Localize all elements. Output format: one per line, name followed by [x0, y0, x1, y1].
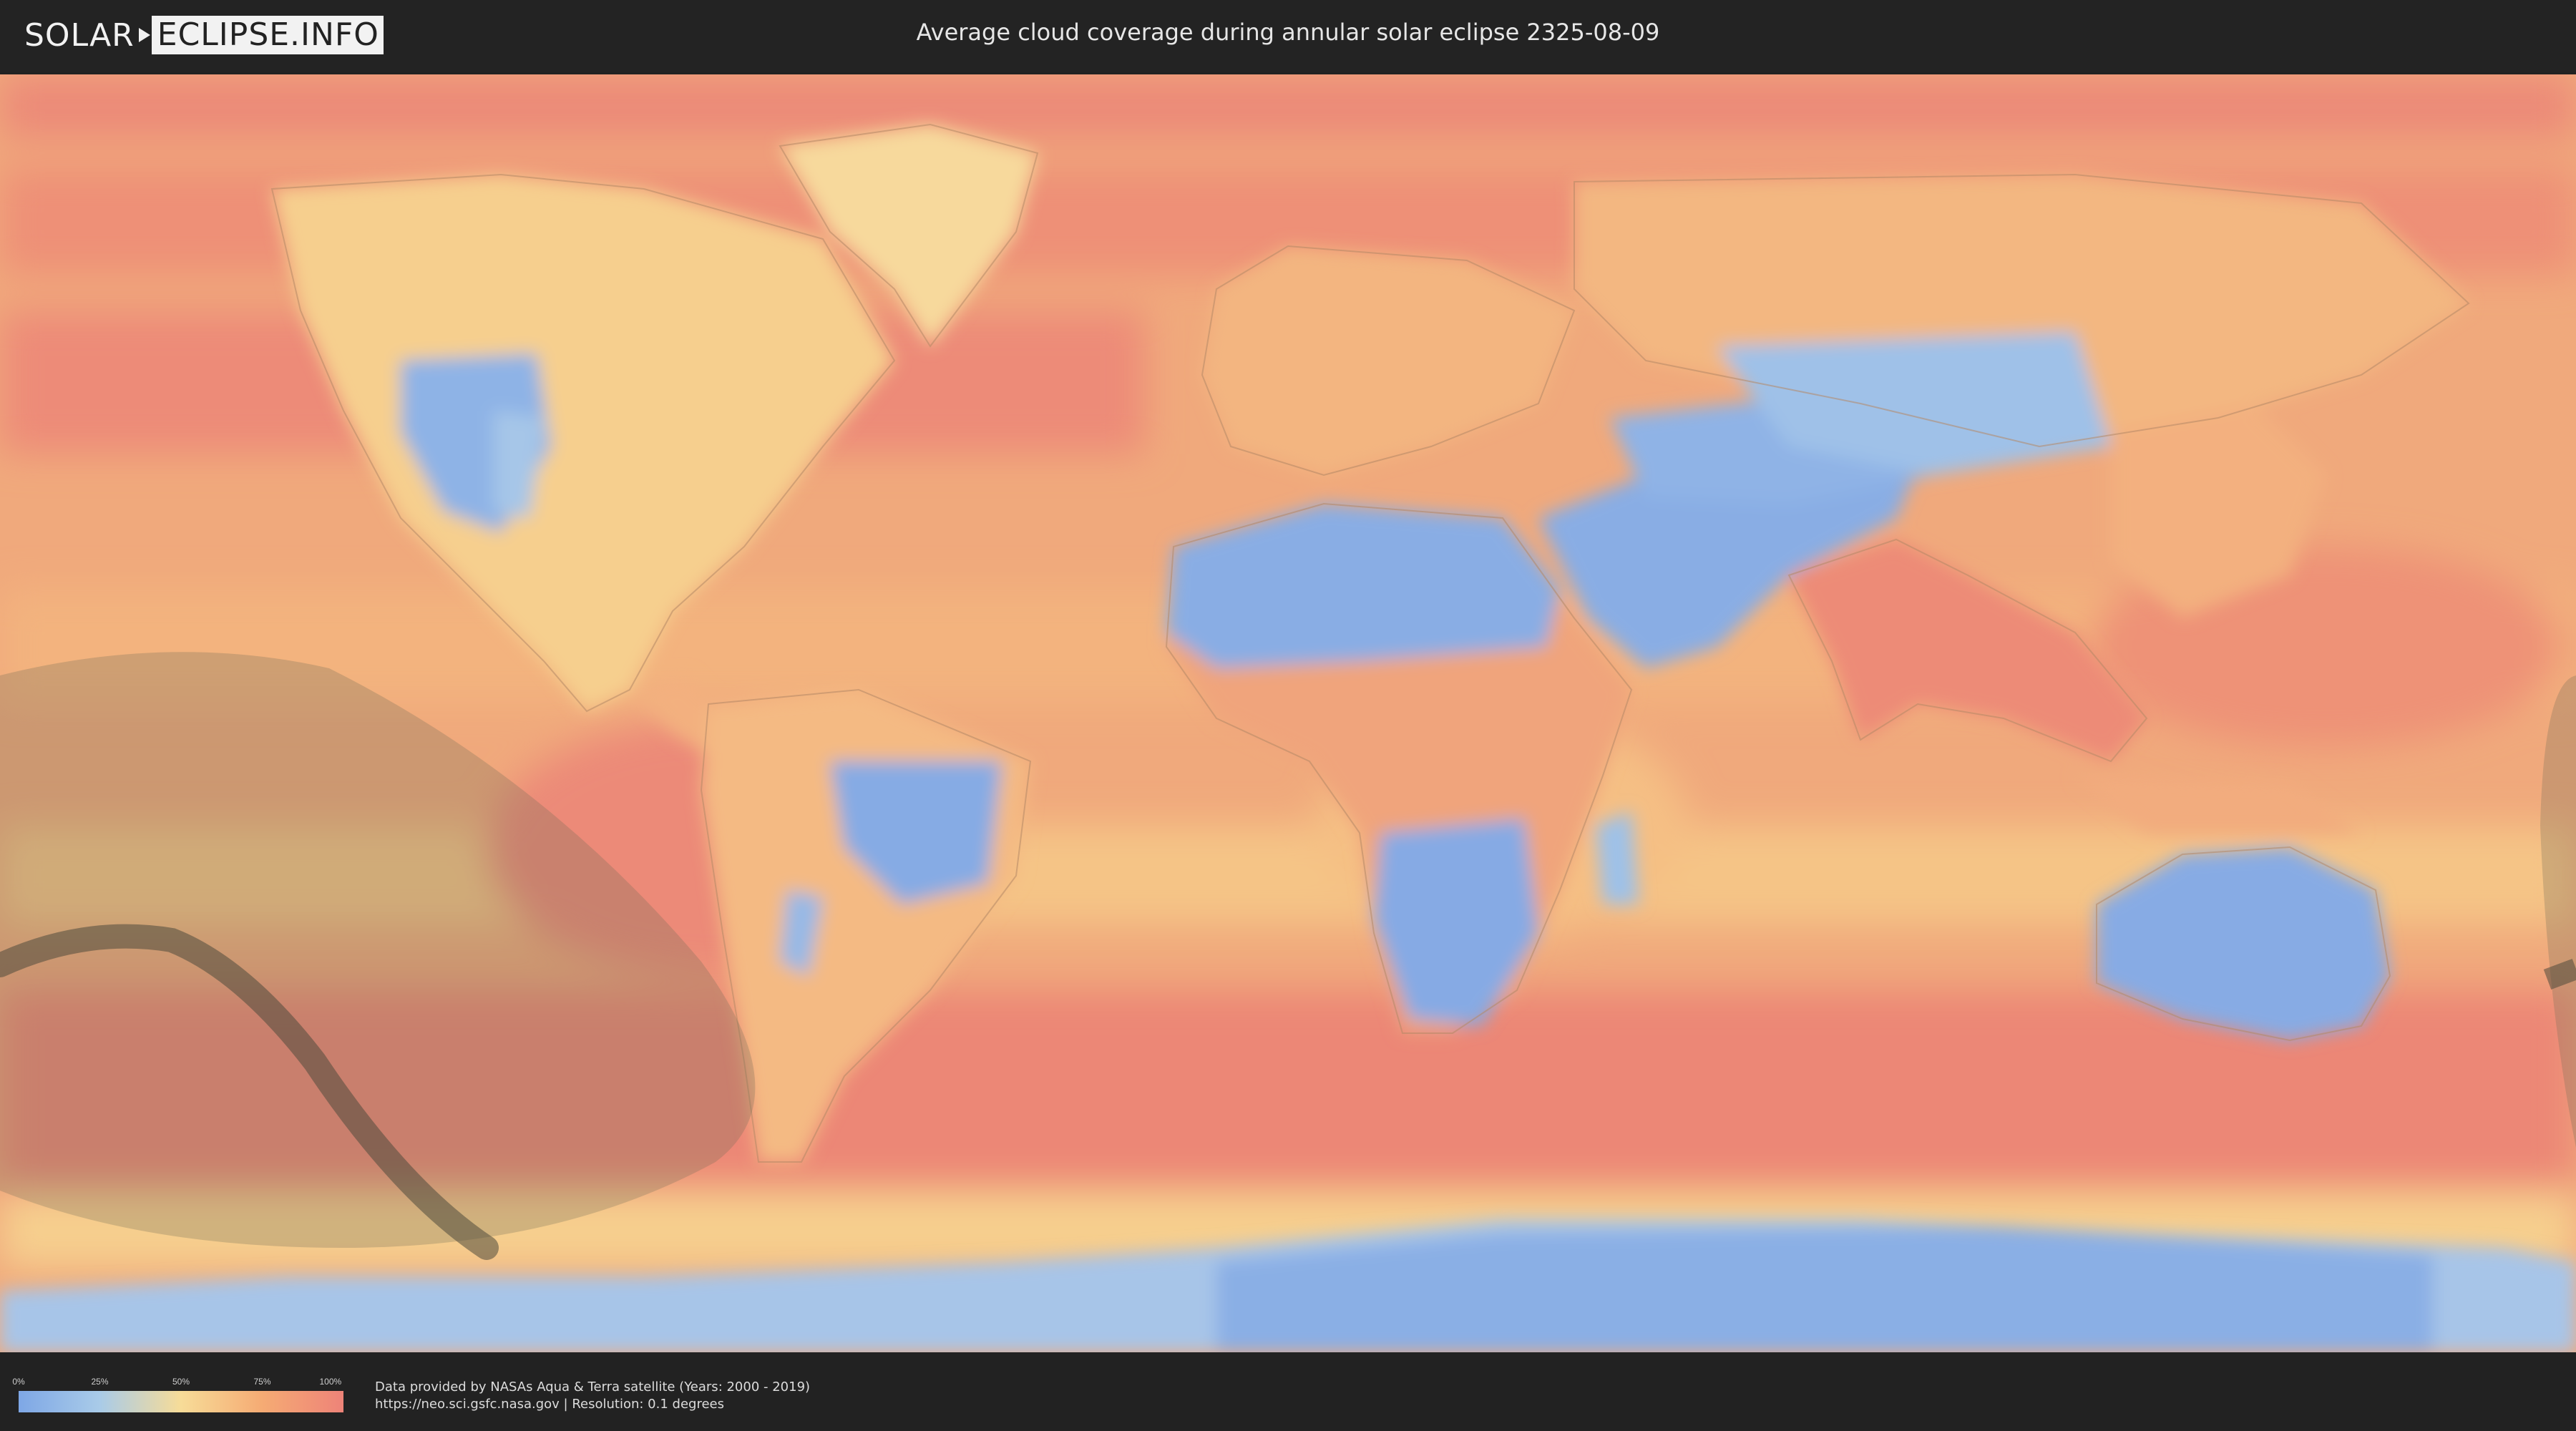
legend-tick-100: 100%: [319, 1377, 342, 1387]
cloud-coverage-legend-bar: [19, 1391, 343, 1412]
data-credit: Data provided by NASAs Aqua & Terra sate…: [375, 1379, 811, 1395]
legend-tick-25: 25%: [91, 1377, 109, 1387]
page-title: Average cloud coverage during annular so…: [916, 19, 1660, 46]
header-bar: SOLAR ECLIPSE.INFO Average cloud coverag…: [0, 0, 2576, 72]
legend-tick-labels: 0% 25% 50% 75% 100%: [12, 1377, 343, 1387]
legend-tick-75: 75%: [253, 1377, 271, 1387]
cloud-coverage-map[interactable]: [0, 74, 2576, 1352]
annular-eclipse-path-east: [2543, 958, 2576, 990]
legend-tick-0: 0%: [12, 1377, 25, 1387]
legend-tick-50: 50%: [172, 1377, 190, 1387]
data-source-link[interactable]: https://neo.sci.gsfc.nasa.gov | Resoluti…: [375, 1397, 724, 1412]
world-map-svg: [0, 74, 2576, 1352]
